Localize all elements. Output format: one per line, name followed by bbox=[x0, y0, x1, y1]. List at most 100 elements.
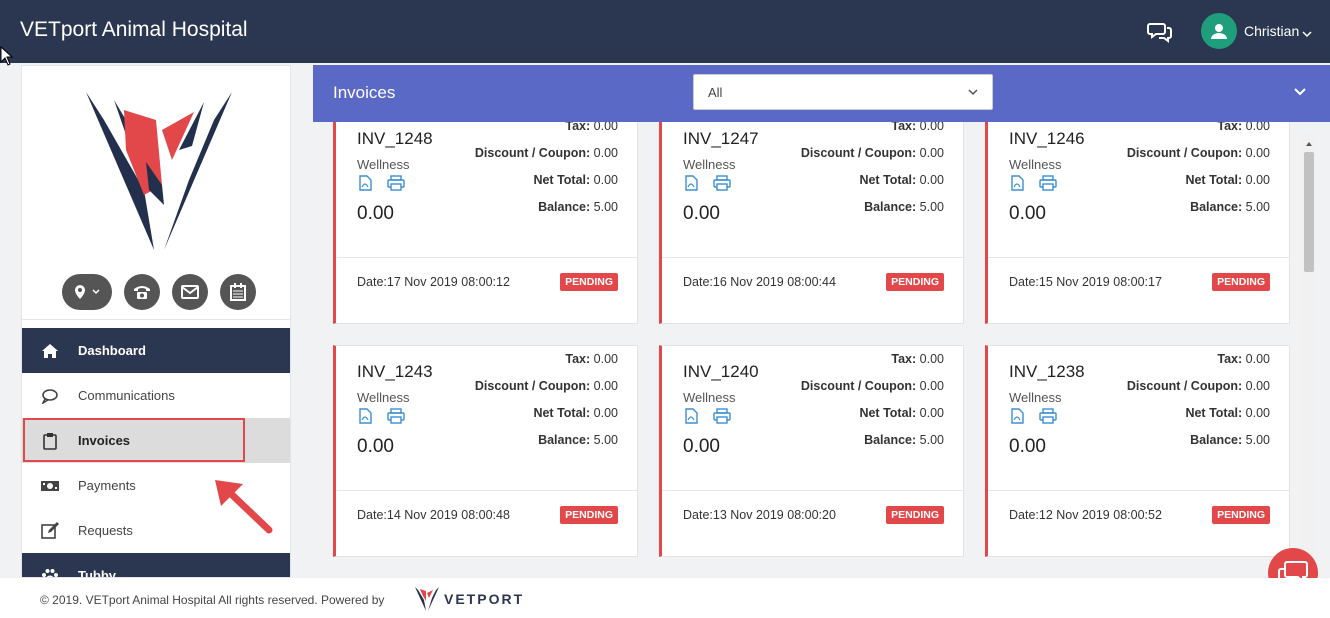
app-title[interactable]: VETport Animal Hospital bbox=[20, 18, 248, 42]
avatar[interactable] bbox=[1201, 13, 1237, 49]
pdf-icon[interactable] bbox=[357, 408, 373, 424]
discount-row: Discount / Coupon: 0.00 bbox=[1127, 146, 1270, 160]
sidebar-item-label: Requests bbox=[78, 523, 133, 538]
invoice-card[interactable]: INV_1240 Wellness 0.00 Tax: 0.00 Discount / … bbox=[659, 345, 964, 557]
sidebar: Dashboard Communications Invoices Paymen… bbox=[21, 65, 291, 578]
pdf-icon[interactable] bbox=[1009, 175, 1025, 191]
collapse-chevron-icon[interactable] bbox=[1293, 85, 1307, 99]
pdf-icon[interactable] bbox=[357, 175, 373, 191]
footer-copyright: © 2019. bbox=[40, 593, 83, 607]
print-icon[interactable] bbox=[1039, 408, 1057, 424]
discount-value: 0.00 bbox=[593, 146, 618, 160]
pdf-icon[interactable] bbox=[683, 175, 699, 191]
invoice-number[interactable]: INV_1243 bbox=[357, 362, 433, 382]
net-total-label: Net Total: bbox=[1185, 406, 1243, 420]
sidebar-item-payments[interactable]: Payments bbox=[22, 463, 290, 508]
balance-value: 5.00 bbox=[1245, 200, 1270, 214]
print-icon[interactable] bbox=[713, 175, 731, 191]
location-pin-icon bbox=[75, 285, 85, 299]
divider bbox=[22, 319, 290, 320]
invoice-category: Wellness bbox=[683, 157, 736, 172]
page-title: Invoices bbox=[333, 83, 396, 102]
balance-row: Balance: 5.00 bbox=[538, 200, 618, 214]
pdf-icon[interactable] bbox=[683, 408, 699, 424]
scroll-up-icon[interactable] bbox=[1304, 136, 1314, 146]
tax-row: Tax: 0.00 bbox=[565, 352, 618, 366]
invoice-category: Wellness bbox=[357, 157, 410, 172]
invoice-card[interactable]: INV_1247 Wellness 0.00 Tax: 0.00 Discount / … bbox=[659, 122, 964, 324]
invoice-number[interactable]: INV_1246 bbox=[1009, 129, 1085, 149]
sidebar-item-communications[interactable]: Communications bbox=[22, 373, 290, 418]
sidebar-item-requests[interactable]: Requests bbox=[22, 508, 290, 553]
sidebar-item-label: Dashboard bbox=[78, 343, 146, 358]
tax-label: Tax: bbox=[891, 352, 917, 366]
tax-value: 0.00 bbox=[593, 352, 618, 366]
discount-value: 0.00 bbox=[1245, 379, 1270, 393]
discount-label: Discount / Coupon: bbox=[474, 146, 591, 160]
balance-value: 5.00 bbox=[1245, 433, 1270, 447]
invoice-card[interactable]: INV_1248 Wellness 0.00 Tax: 0.00 Discount / … bbox=[333, 122, 638, 324]
invoice-amount: 0.00 bbox=[683, 203, 720, 224]
chat-icon[interactable] bbox=[1147, 20, 1173, 44]
vetport-mark-icon bbox=[415, 587, 439, 611]
balance-label: Balance: bbox=[1190, 200, 1243, 214]
invoice-card[interactable]: INV_1238 Wellness 0.00 Tax: 0.00 Discount / … bbox=[985, 345, 1290, 557]
invoice-category: Wellness bbox=[1009, 157, 1062, 172]
invoice-date: Date:16 Nov 2019 08:00:44 bbox=[683, 275, 836, 289]
balance-label: Balance: bbox=[538, 200, 591, 214]
sidebar-item-invoices[interactable]: Invoices bbox=[22, 418, 290, 463]
tax-label: Tax: bbox=[1217, 122, 1243, 133]
invoice-card[interactable]: INV_1246 Wellness 0.00 Tax: 0.00 Discount / … bbox=[985, 122, 1290, 324]
invoice-filter-select[interactable]: All bbox=[693, 74, 993, 110]
vetport-logo bbox=[84, 90, 234, 252]
calendar-button[interactable] bbox=[220, 274, 256, 310]
pdf-icon[interactable] bbox=[1009, 408, 1025, 424]
invoice-amount: 0.00 bbox=[357, 436, 394, 457]
sidebar-item-label: Payments bbox=[78, 478, 136, 493]
invoices-header: Invoices All bbox=[313, 65, 1330, 122]
net-total-label: Net Total: bbox=[533, 173, 591, 187]
net-total-row: Net Total: 0.00 bbox=[859, 173, 944, 187]
speech-bubble-icon bbox=[40, 386, 60, 406]
tax-label: Tax: bbox=[565, 122, 591, 133]
footer-hospital-link[interactable]: VETport Animal Hospital bbox=[86, 593, 216, 607]
discount-value: 0.00 bbox=[1245, 146, 1270, 160]
footer-text: © 2019. VETport Animal Hospital All righ… bbox=[40, 593, 384, 607]
invoice-amount: 0.00 bbox=[357, 203, 394, 224]
sidebar-item-pet-tubby[interactable]: Tubby bbox=[22, 553, 290, 577]
phone-button[interactable] bbox=[124, 274, 160, 310]
scrollbar-thumb[interactable] bbox=[1304, 152, 1314, 272]
discount-value: 0.00 bbox=[919, 146, 944, 160]
location-button[interactable] bbox=[62, 274, 112, 310]
print-icon[interactable] bbox=[1039, 175, 1057, 191]
invoice-list: INV_1248 Wellness 0.00 Tax: 0.00 Discount / … bbox=[313, 122, 1330, 578]
tax-row: Tax: 0.00 bbox=[1217, 122, 1270, 133]
email-button[interactable] bbox=[172, 274, 208, 310]
invoice-number[interactable]: INV_1247 bbox=[683, 129, 759, 149]
footer-brand: VETPORT bbox=[444, 591, 525, 607]
sidebar-item-dashboard[interactable]: Dashboard bbox=[22, 328, 290, 373]
status-badge: PENDING bbox=[560, 273, 618, 291]
print-icon[interactable] bbox=[713, 408, 731, 424]
tax-label: Tax: bbox=[891, 122, 917, 133]
net-total-value: 0.00 bbox=[919, 406, 944, 420]
balance-label: Balance: bbox=[864, 200, 917, 214]
print-icon[interactable] bbox=[387, 175, 405, 191]
invoice-number[interactable]: INV_1248 bbox=[357, 129, 433, 149]
vetport-footer-logo[interactable]: VETPORT bbox=[414, 586, 524, 612]
balance-row: Balance: 5.00 bbox=[1190, 433, 1270, 447]
net-total-row: Net Total: 0.00 bbox=[859, 406, 944, 420]
invoice-amount: 0.00 bbox=[1009, 203, 1046, 224]
invoice-number[interactable]: INV_1240 bbox=[683, 362, 759, 382]
user-icon bbox=[1211, 24, 1227, 39]
status-badge: PENDING bbox=[886, 273, 944, 291]
net-total-label: Net Total: bbox=[533, 406, 591, 420]
chevron-down-icon[interactable] bbox=[1302, 26, 1312, 38]
print-icon[interactable] bbox=[387, 408, 405, 424]
invoice-card[interactable]: INV_1243 Wellness 0.00 Tax: 0.00 Discount / … bbox=[333, 345, 638, 557]
edit-icon bbox=[40, 521, 60, 541]
invoice-number[interactable]: INV_1238 bbox=[1009, 362, 1085, 382]
balance-label: Balance: bbox=[538, 433, 591, 447]
divider bbox=[336, 257, 637, 258]
user-name[interactable]: Christian bbox=[1244, 23, 1299, 39]
